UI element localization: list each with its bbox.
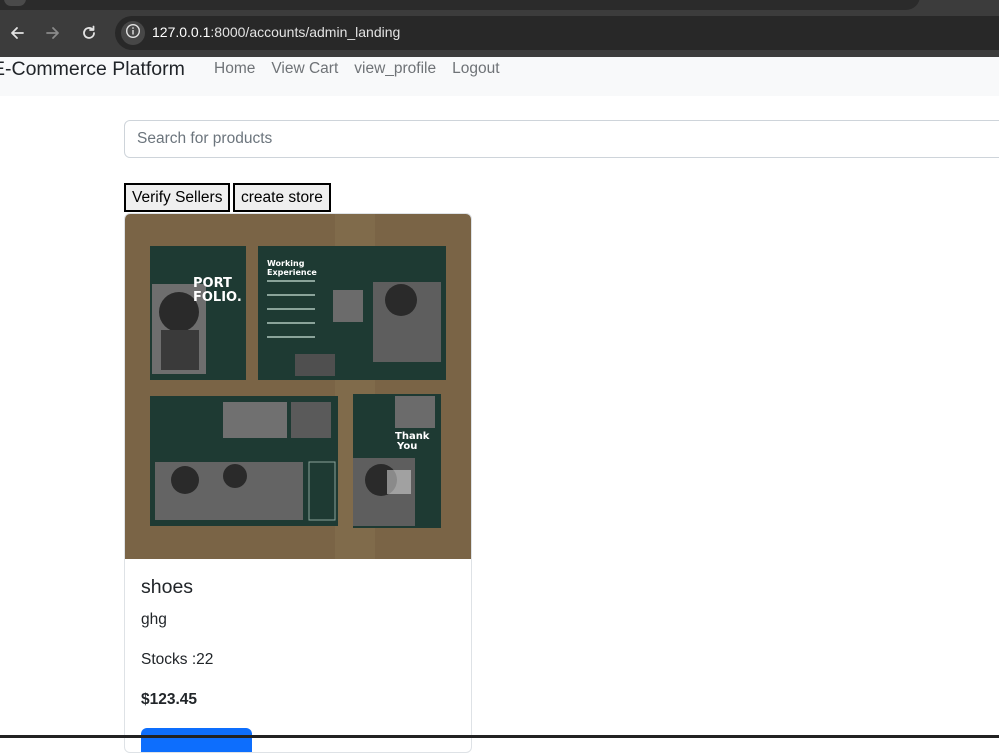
url-host: 127.0.0.1 <box>152 24 211 40</box>
product-price: $123.45 <box>141 691 198 708</box>
navbar-brand[interactable]: E-Commerce Platform <box>0 58 185 81</box>
image-text-experience: Experience <box>267 268 317 277</box>
reload-icon <box>81 25 97 41</box>
image-text-port: PORT <box>193 276 232 291</box>
url-text: 127.0.0.1:8000/accounts/admin_landing <box>152 24 400 40</box>
info-icon <box>125 23 141 44</box>
product-action-button[interactable] <box>141 728 252 752</box>
image-text-you: You <box>396 441 417 452</box>
image-text-working: Working <box>267 259 305 268</box>
url-path: :8000/accounts/admin_landing <box>210 24 401 40</box>
product-card: PORT FOLIO. Working Experience Thank You… <box>124 213 472 753</box>
nav-link-view-profile[interactable]: view_profile <box>354 60 436 78</box>
forward-button[interactable] <box>43 23 63 43</box>
nav-link-logout[interactable]: Logout <box>452 60 499 78</box>
browser-tab-strip <box>0 0 999 10</box>
back-button[interactable] <box>7 23 27 43</box>
verify-sellers-button[interactable]: Verify Sellers <box>124 183 231 212</box>
site-info-button[interactable] <box>121 21 145 45</box>
browser-toolbar: 127.0.0.1:8000/accounts/admin_landing <box>0 10 999 57</box>
product-image: PORT FOLIO. Working Experience Thank You <box>125 214 471 559</box>
product-title: shoes <box>141 576 194 598</box>
nav-link-view-cart[interactable]: View Cart <box>271 60 338 78</box>
create-store-button[interactable]: create store <box>233 183 331 212</box>
active-tab[interactable] <box>0 0 920 10</box>
product-search-input[interactable] <box>124 120 999 158</box>
nav-link-home[interactable]: Home <box>214 60 255 78</box>
site-navbar: E-Commerce Platform Home View Cart view_… <box>0 57 999 96</box>
product-stock: Stocks :22 <box>141 651 214 668</box>
navbar-links: Home View Cart view_profile Logout <box>214 60 500 78</box>
image-text-folio: FOLIO. <box>193 290 242 305</box>
arrow-left-icon <box>9 25 25 41</box>
arrow-right-icon <box>45 25 61 41</box>
product-description: ghg <box>141 611 167 628</box>
address-bar[interactable]: 127.0.0.1:8000/accounts/admin_landing <box>115 16 999 50</box>
reload-button[interactable] <box>79 23 99 43</box>
